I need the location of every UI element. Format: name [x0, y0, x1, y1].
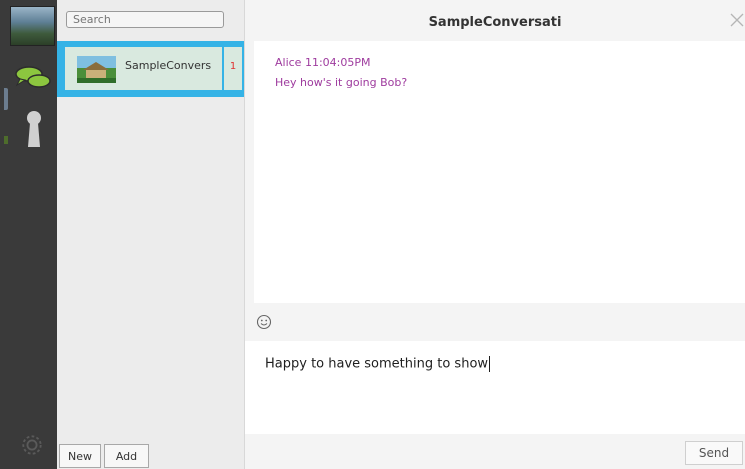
list-item[interactable]: SampleConvers 1	[57, 41, 244, 97]
add-button[interactable]: Add	[104, 444, 149, 468]
close-icon[interactable]	[729, 12, 745, 28]
rail-indicator	[4, 88, 8, 110]
search-input[interactable]	[66, 11, 224, 28]
key-icon[interactable]	[24, 110, 44, 148]
message-input[interactable]: Happy to have something to show	[245, 341, 745, 434]
message-text: Hey how's it going Bob?	[275, 76, 408, 89]
new-button[interactable]: New	[59, 444, 101, 468]
avatar-icon[interactable]	[10, 6, 55, 46]
message-draft: Happy to have something to show	[265, 356, 489, 372]
text-caret	[489, 356, 491, 372]
conversation-name: SampleConvers	[125, 59, 212, 72]
chat-bubbles-icon[interactable]	[14, 64, 52, 92]
conversation-list: SampleConvers 1 New Add	[57, 0, 245, 469]
gear-icon[interactable]	[21, 434, 43, 456]
unread-badge: 1	[224, 47, 242, 90]
message-meta: Alice 11:04:05PM	[275, 56, 371, 69]
rail-indicator	[4, 136, 8, 144]
app-rail	[0, 0, 57, 469]
message-list: Alice 11:04:05PM Hey how's it going Bob?	[254, 41, 745, 303]
list-item-body[interactable]: SampleConvers	[65, 47, 222, 90]
chat-pane: SampleConversati Alice 11:04:05PM Hey ho…	[245, 0, 745, 469]
page-title: SampleConversati	[428, 15, 562, 30]
send-button[interactable]: Send	[685, 441, 743, 465]
emoji-icon[interactable]	[256, 314, 272, 330]
chat-header: SampleConversati	[245, 0, 745, 41]
conversation-thumbnail	[77, 56, 116, 83]
